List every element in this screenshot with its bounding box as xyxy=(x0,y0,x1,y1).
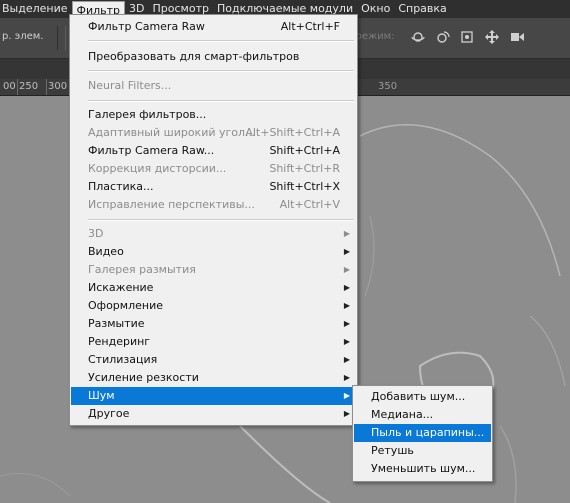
menu-item-video[interactable]: Видео ▶ xyxy=(71,243,356,261)
menu-separator xyxy=(88,40,354,42)
menu-item-camera-raw-filter-dialog[interactable]: Фильтр Camera Raw... Shift+Ctrl+A xyxy=(71,142,356,160)
submenu-arrow-icon: ▶ xyxy=(343,229,350,238)
submenu-arrow-icon: ▶ xyxy=(343,355,350,364)
menubar-window[interactable]: Окно xyxy=(357,0,394,18)
submenu-arrow-icon: ▶ xyxy=(343,301,350,310)
menu-item-render[interactable]: Рендеринг ▶ xyxy=(71,333,356,351)
3d-mode-label: -режим: xyxy=(352,31,395,42)
menu-separator xyxy=(88,100,354,102)
options-divider xyxy=(65,26,66,50)
menu-item-adaptive-wide-angle[interactable]: Адаптивный широкий угол... Alt+Shift+Ctr… xyxy=(71,124,356,142)
menu-item-sharpen[interactable]: Усиление резкости ▶ xyxy=(71,369,356,387)
options-label: р. элем. xyxy=(2,31,44,42)
submenu-arrow-icon: ▶ xyxy=(343,247,350,256)
submenu-arrow-icon: ▶ xyxy=(343,337,350,346)
menu-item-lens-correction[interactable]: Коррекция дисторсии... Shift+Ctrl+R xyxy=(71,160,356,178)
menu-item-vanishing-point[interactable]: Исправление перспективы... Alt+Ctrl+V xyxy=(71,196,356,214)
menu-item-blur-gallery[interactable]: Галерея размытия ▶ xyxy=(71,261,356,279)
submenu-arrow-icon: ▶ xyxy=(343,283,350,292)
menu-item-add-noise[interactable]: Добавить шум... xyxy=(354,388,491,406)
menu-item-dust-and-scratches[interactable]: Пыль и царапины... xyxy=(354,424,491,442)
submenu-arrow-icon: ▶ xyxy=(343,265,350,274)
menu-item-convert-smart-filters[interactable]: Преобразовать для смарт-фильтров xyxy=(71,48,356,66)
ruler-tick: 250 xyxy=(19,81,39,92)
pan-3d-icon[interactable] xyxy=(459,29,475,45)
menu-item-liquify[interactable]: Пластика... Shift+Ctrl+X xyxy=(71,178,356,196)
submenu-arrow-icon: ▶ xyxy=(343,319,350,328)
submenu-arrow-icon: ▶ xyxy=(343,409,350,418)
filter-menu: Фильтр Camera Raw Alt+Ctrl+F Преобразова… xyxy=(69,14,358,426)
ruler-tick: 00 xyxy=(3,81,16,92)
menu-item-camera-raw-filter[interactable]: Фильтр Camera Raw Alt+Ctrl+F xyxy=(71,18,356,36)
slide-3d-icon[interactable] xyxy=(484,29,500,45)
menubar-help[interactable]: Справка xyxy=(394,0,450,18)
orbit-3d-icon[interactable] xyxy=(410,29,426,45)
scale-3d-icon[interactable] xyxy=(509,29,525,45)
menu-item-other[interactable]: Другое ▶ xyxy=(71,405,356,423)
menu-item-neural-filters[interactable]: Neural Filters... xyxy=(71,77,356,95)
menu-item-median[interactable]: Медиана... xyxy=(354,406,491,424)
menu-item-filter-gallery[interactable]: Галерея фильтров... xyxy=(71,106,356,124)
ruler-tick: 350 xyxy=(378,81,398,92)
menu-separator xyxy=(88,219,354,221)
menu-item-reduce-noise[interactable]: Уменьшить шум... xyxy=(354,460,491,478)
menu-separator xyxy=(88,70,354,72)
menu-item-distort[interactable]: Искажение ▶ xyxy=(71,279,356,297)
ruler-tick: 300 xyxy=(48,81,68,92)
menu-item-retouch[interactable]: Ретушь xyxy=(354,442,491,460)
menubar-select[interactable]: Выделение xyxy=(0,0,72,18)
menu-item-3d[interactable]: 3D ▶ xyxy=(71,225,356,243)
submenu-arrow-icon: ▶ xyxy=(343,391,350,400)
menu-item-blur[interactable]: Размытие ▶ xyxy=(71,315,356,333)
options-divider xyxy=(57,26,58,50)
roll-3d-icon[interactable] xyxy=(435,29,451,45)
menu-item-stylize-design[interactable]: Оформление ▶ xyxy=(71,297,356,315)
noise-submenu: Добавить шум... Медиана... Пыль и царапи… xyxy=(352,385,493,482)
menu-item-noise[interactable]: Шум ▶ xyxy=(71,387,356,405)
menu-item-stylize[interactable]: Стилизация ▶ xyxy=(71,351,356,369)
submenu-arrow-icon: ▶ xyxy=(343,373,350,382)
